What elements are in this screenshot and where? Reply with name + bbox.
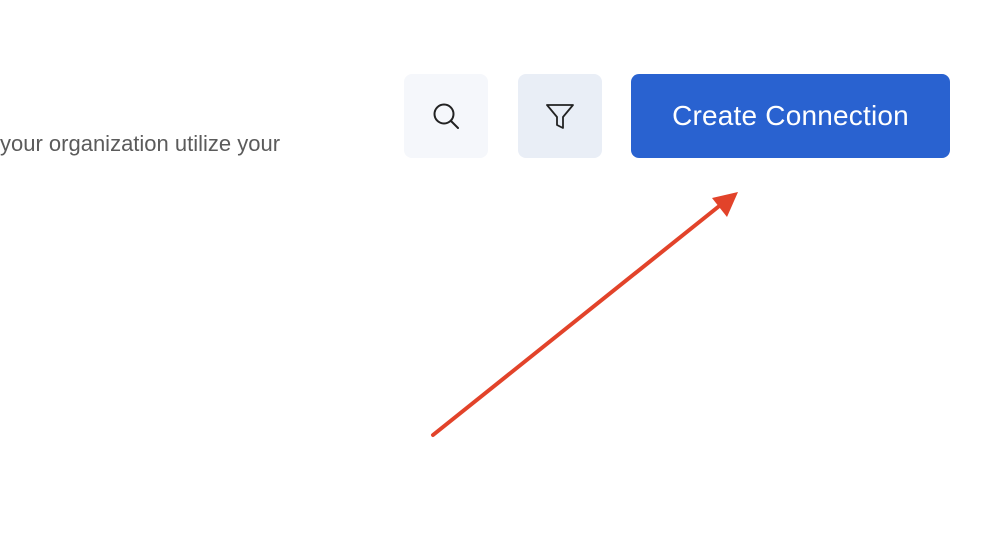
annotation-arrow-line [431, 205, 720, 437]
page-description: your organization utilize your [0, 131, 281, 156]
filter-button[interactable] [518, 74, 602, 158]
annotation-arrow-head [712, 192, 738, 217]
search-icon [431, 101, 461, 131]
page: your organization utilize your Create Co… [0, 0, 1004, 540]
search-button[interactable] [404, 74, 488, 158]
filter-icon [545, 101, 575, 131]
create-connection-button[interactable]: Create Connection [631, 74, 950, 158]
